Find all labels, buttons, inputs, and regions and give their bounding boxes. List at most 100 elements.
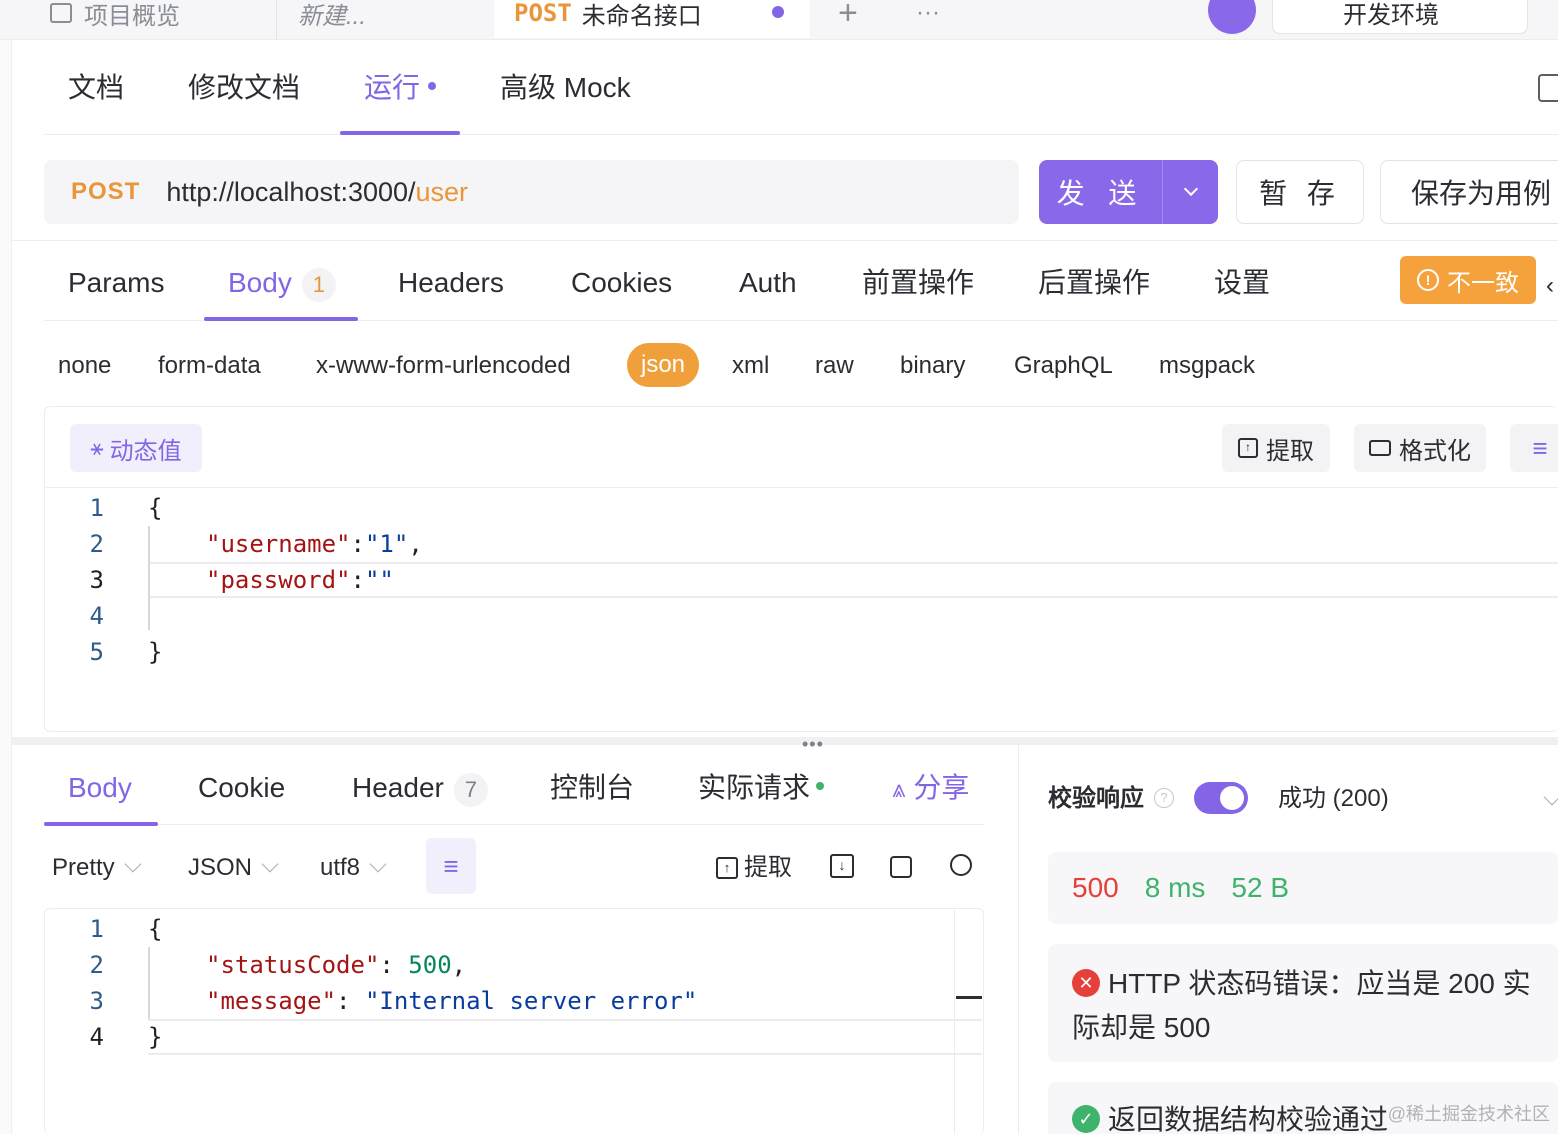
body-type-graphql[interactable]: GraphQL	[1014, 348, 1113, 384]
req-tab-active-underline	[204, 317, 358, 321]
request-url[interactable]: http://localhost:3000/user	[166, 177, 468, 208]
validate-label-text: 校验响应	[1048, 785, 1144, 812]
help-icon[interactable]: ?	[1154, 788, 1174, 808]
body-type-json[interactable]: json	[627, 343, 700, 387]
body-type-none[interactable]: none	[58, 348, 111, 384]
save-as-case-button[interactable]: 保存为用例	[1380, 160, 1558, 224]
res-wrap-toggle[interactable]: ≡	[426, 838, 476, 894]
tab-params[interactable]: Params	[68, 262, 164, 304]
pane-splitter[interactable]	[12, 737, 1558, 745]
res-tab-cookie[interactable]: Cookie	[198, 768, 285, 808]
line-number: 4	[89, 1023, 104, 1051]
tab-advanced-mock[interactable]: 高级 Mock	[500, 66, 631, 110]
tab-new[interactable]: 新建...	[298, 0, 366, 38]
tab-docs[interactable]: 文档	[68, 66, 124, 110]
editor-toolbar	[46, 408, 1558, 488]
tab-auth[interactable]: Auth	[739, 262, 797, 304]
copy-icon[interactable]	[890, 856, 912, 878]
format-select[interactable]: JSON	[188, 852, 279, 884]
share-button[interactable]: ⩓ 分享	[892, 768, 969, 810]
share-label: 分享	[913, 772, 970, 803]
format-button[interactable]: 格式化	[1354, 424, 1486, 472]
send-button-group[interactable]: 发 送	[1039, 160, 1218, 224]
encoding-select[interactable]: utf8	[320, 852, 387, 884]
body-type-form-data-label: form-data	[158, 352, 261, 379]
line-number: 3	[89, 987, 104, 1015]
line-number: 1	[89, 494, 104, 522]
body-type-urlencoded[interactable]: x-www-form-urlencoded	[316, 348, 571, 384]
tab-active-endpoint[interactable]: POST 未命名接口	[494, 0, 810, 38]
actual-request-dot	[816, 781, 825, 790]
wrap-icon: ≡	[1532, 432, 1548, 463]
request-method[interactable]: POST	[71, 178, 140, 206]
tab-pre-actions[interactable]: 前置操作	[862, 262, 974, 304]
wrap-toggle-button[interactable]: ≡	[1510, 424, 1558, 472]
tab-cookies[interactable]: Cookies	[571, 262, 672, 304]
add-tab-button[interactable]: +	[838, 0, 858, 38]
pretty-label: Pretty	[52, 854, 115, 881]
json-value: "Internal server error"	[364, 987, 698, 1015]
res-tab-console[interactable]: 控制台	[550, 768, 634, 808]
mismatch-badge[interactable]: ! 不一致	[1400, 256, 1536, 304]
tab-body[interactable]: Body 1	[228, 262, 336, 304]
search-icon[interactable]	[950, 854, 972, 876]
code-line: }	[148, 638, 163, 666]
res-tab-body-label: Body	[68, 772, 132, 803]
env-selector[interactable]: 开发环境	[1272, 0, 1528, 34]
more-tabs-button[interactable]: ···	[916, 0, 940, 38]
code-line: }	[148, 1023, 163, 1051]
send-options-button[interactable]	[1163, 160, 1218, 224]
indent-guide	[148, 947, 150, 1019]
tab-settings[interactable]: 设置	[1214, 262, 1270, 304]
user-avatar[interactable]	[1208, 0, 1256, 34]
tab-run[interactable]: 运行	[364, 66, 437, 110]
chevron-down-icon	[369, 855, 387, 873]
json-key: "statusCode"	[206, 951, 380, 979]
body-type-xml-label: xml	[732, 352, 770, 379]
tab-new-label: 新建...	[298, 2, 367, 30]
response-time: 8 ms	[1144, 872, 1206, 903]
res-tab-header[interactable]: Header 7	[352, 768, 488, 808]
url-bar[interactable]: POST http://localhost:3000/user	[44, 160, 1019, 224]
validate-toggle[interactable]	[1194, 782, 1248, 814]
save-temp-button[interactable]: 暂 存	[1236, 160, 1364, 224]
pretty-select[interactable]: Pretty	[52, 852, 142, 884]
collapse-arrow-icon[interactable]: ‹	[1546, 272, 1554, 300]
json-value: 500	[408, 951, 452, 979]
validate-status-select[interactable]: 成功 (200)	[1278, 784, 1389, 814]
res-tab-header-label: Header	[352, 772, 444, 803]
json-key: "message"	[206, 987, 337, 1015]
status-error-text: HTTP 状态码错误：应当是 200 实际却是 500	[1072, 968, 1531, 1043]
tab-pre-actions-label: 前置操作	[862, 267, 975, 298]
code-line: "statusCode": 500,	[206, 951, 467, 979]
body-type-binary[interactable]: binary	[900, 348, 965, 384]
drag-handle-icon[interactable]: •••	[802, 734, 824, 755]
extract-button[interactable]: ↑ 提取	[1222, 424, 1330, 472]
download-icon[interactable]: ↓	[830, 854, 854, 878]
line-number: 2	[89, 951, 104, 979]
tab-edit-docs[interactable]: 修改文档	[188, 66, 300, 110]
res-tab-body[interactable]: Body	[68, 768, 132, 808]
line-number: 3	[89, 566, 104, 594]
body-type-raw[interactable]: raw	[815, 348, 854, 384]
env-label: 开发环境	[1343, 1, 1439, 29]
body-type-form-data[interactable]: form-data	[158, 348, 261, 384]
res-tab-actual-request[interactable]: 实际请求	[698, 768, 825, 808]
body-type-xml[interactable]: xml	[732, 348, 769, 384]
add-icon: +	[838, 0, 858, 32]
mismatch-label: 不一致	[1447, 269, 1519, 297]
error-icon: ✕	[1072, 968, 1100, 997]
res-extract-button[interactable]: ↑ 提取	[716, 852, 792, 884]
tab-post-actions[interactable]: 后置操作	[1038, 262, 1150, 304]
code-line: "password":""	[206, 566, 394, 594]
encoding-label: utf8	[320, 854, 361, 881]
body-type-msgpack[interactable]: msgpack	[1159, 348, 1255, 384]
tab-project-overview[interactable]: 项目概览	[50, 0, 180, 38]
panel-layout-icon[interactable]	[1538, 74, 1558, 102]
dynamic-value-button[interactable]: ⚹ 动态值	[70, 424, 202, 472]
code-line: {	[148, 494, 163, 522]
tab-headers[interactable]: Headers	[398, 262, 504, 304]
send-button[interactable]: 发 送	[1039, 160, 1163, 224]
tab-settings-label: 设置	[1214, 267, 1271, 298]
success-icon: ✓	[1072, 1104, 1100, 1133]
